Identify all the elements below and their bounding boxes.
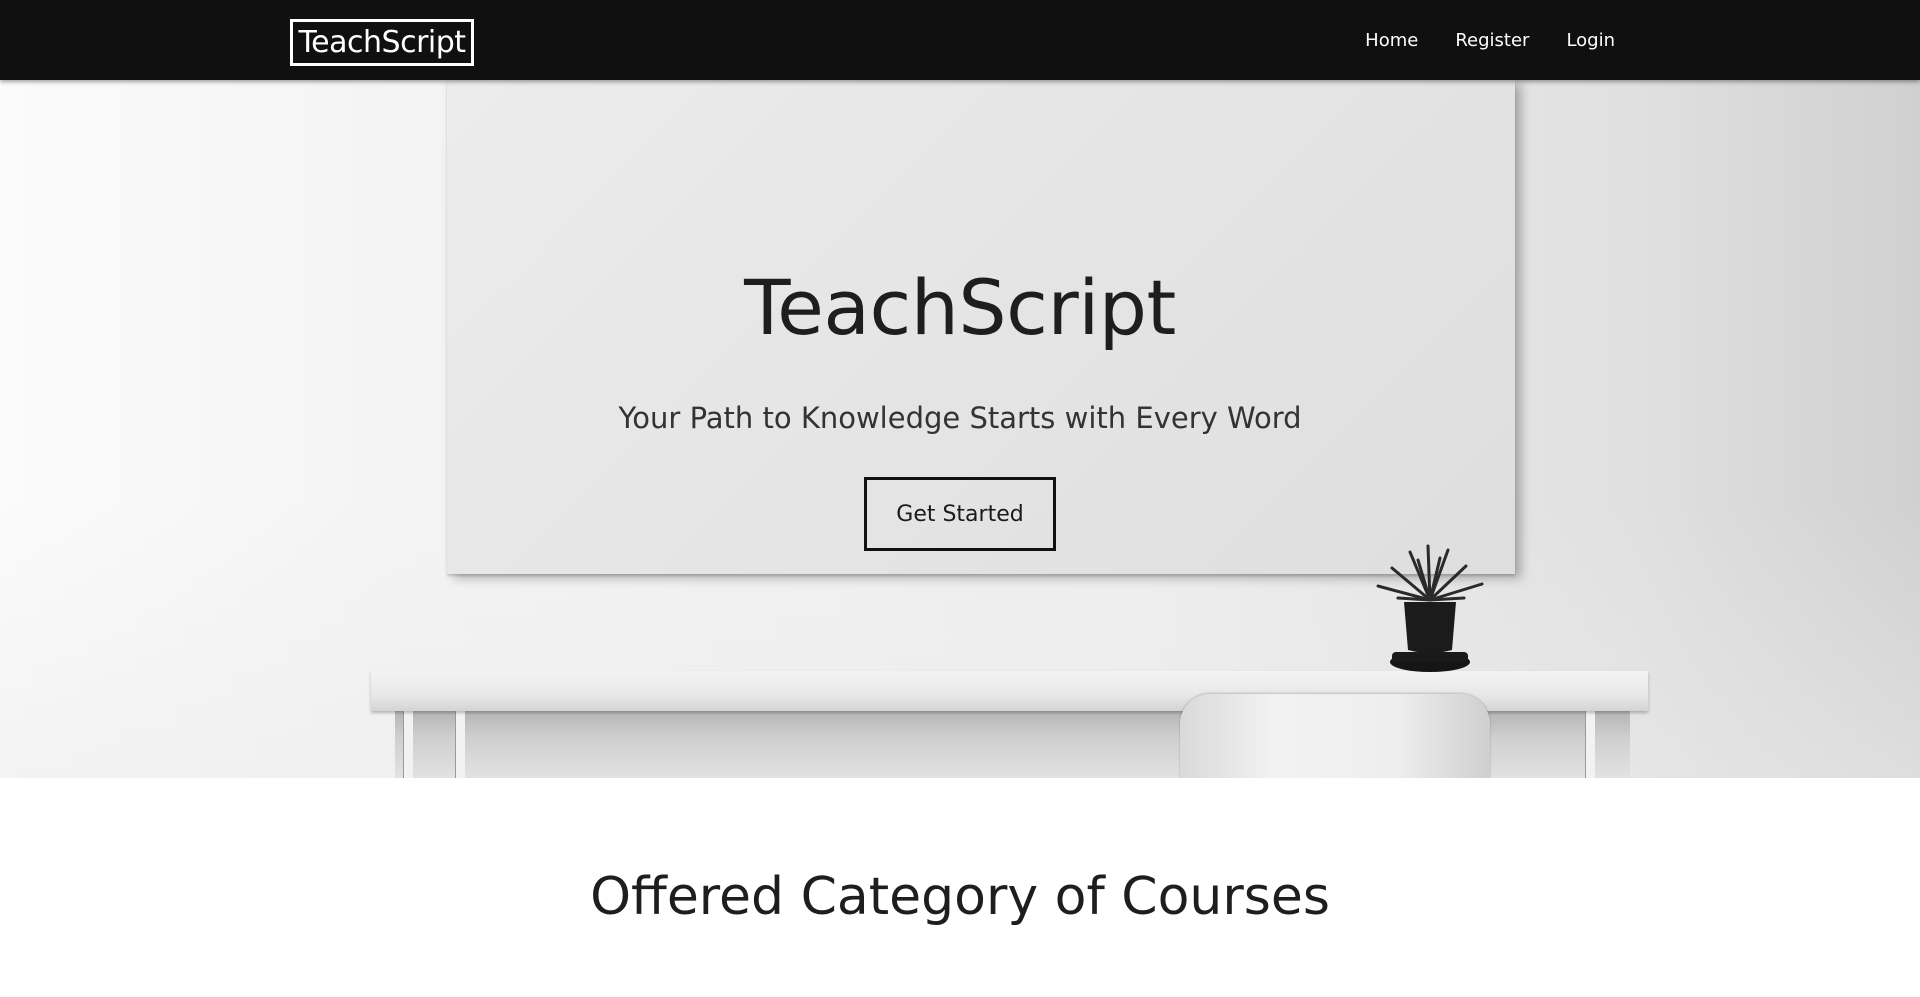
top-navbar: TeachScript Home Register Login bbox=[0, 0, 1920, 80]
brand-logo[interactable]: TeachScript bbox=[290, 19, 474, 66]
nav-link-login[interactable]: Login bbox=[1566, 30, 1615, 51]
hero-content: TeachScript Your Path to Knowledge Start… bbox=[0, 80, 1920, 778]
nav-link-home[interactable]: Home bbox=[1365, 30, 1418, 51]
hero-title: TeachScript bbox=[744, 263, 1176, 352]
nav-link-register[interactable]: Register bbox=[1455, 30, 1529, 51]
hero-subtitle: Your Path to Knowledge Starts with Every… bbox=[618, 401, 1302, 435]
get-started-button[interactable]: Get Started bbox=[864, 477, 1056, 551]
hero-section: TeachScript Your Path to Knowledge Start… bbox=[0, 80, 1920, 778]
nav-links: Home Register Login bbox=[1365, 0, 1615, 80]
courses-section-title: Offered Category of Courses bbox=[590, 867, 1330, 927]
